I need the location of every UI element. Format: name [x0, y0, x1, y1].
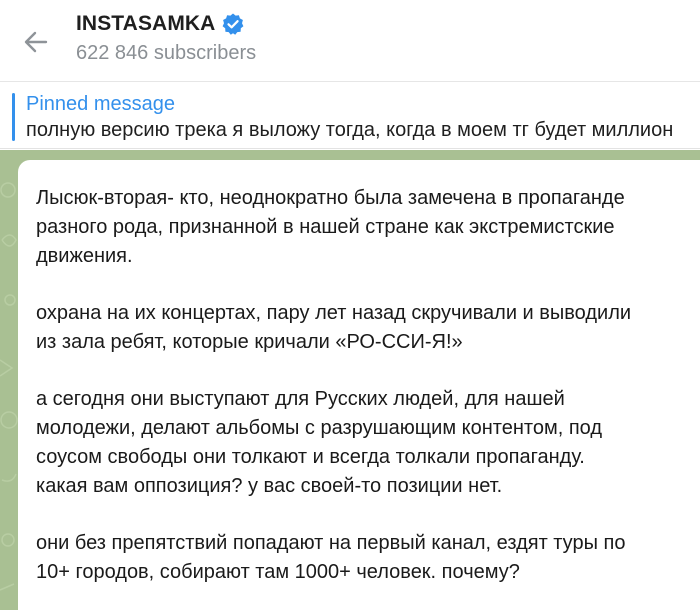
pinned-text: полную версию трека я выложу тогда, когд… [26, 119, 674, 141]
chat-area: Лысюк-вторая- кто, неоднократно была зам… [0, 150, 700, 610]
message-text: Лысюк-вторая- кто, неоднократно была зам… [36, 184, 686, 610]
channel-info[interactable]: INSTASAMKA 622 846 subscribers [76, 10, 256, 65]
message-paragraph-1: Лысюк-вторая- кто, неоднократно была зам… [36, 187, 625, 267]
subscriber-count: 622 846 subscribers [76, 42, 257, 64]
pinned-indicator [12, 93, 15, 141]
message-paragraph-4: они без препятствий попадают на первый к… [36, 532, 626, 583]
message-paragraph-2: охрана на их концертах, пару лет назад с… [36, 302, 632, 353]
pinned-label: Pinned message [26, 93, 175, 115]
message-paragraph-3: а сегодня они выступают для Русских люде… [36, 388, 603, 497]
back-button[interactable] [14, 20, 58, 64]
verified-badge-icon [221, 12, 245, 36]
chat-header: INSTASAMKA 622 846 subscribers [0, 0, 700, 82]
channel-title: INSTASAMKA [76, 12, 216, 35]
pinned-message-bar[interactable]: Pinned message полную версию трека я выл… [0, 83, 700, 149]
arrow-left-icon [24, 31, 48, 53]
